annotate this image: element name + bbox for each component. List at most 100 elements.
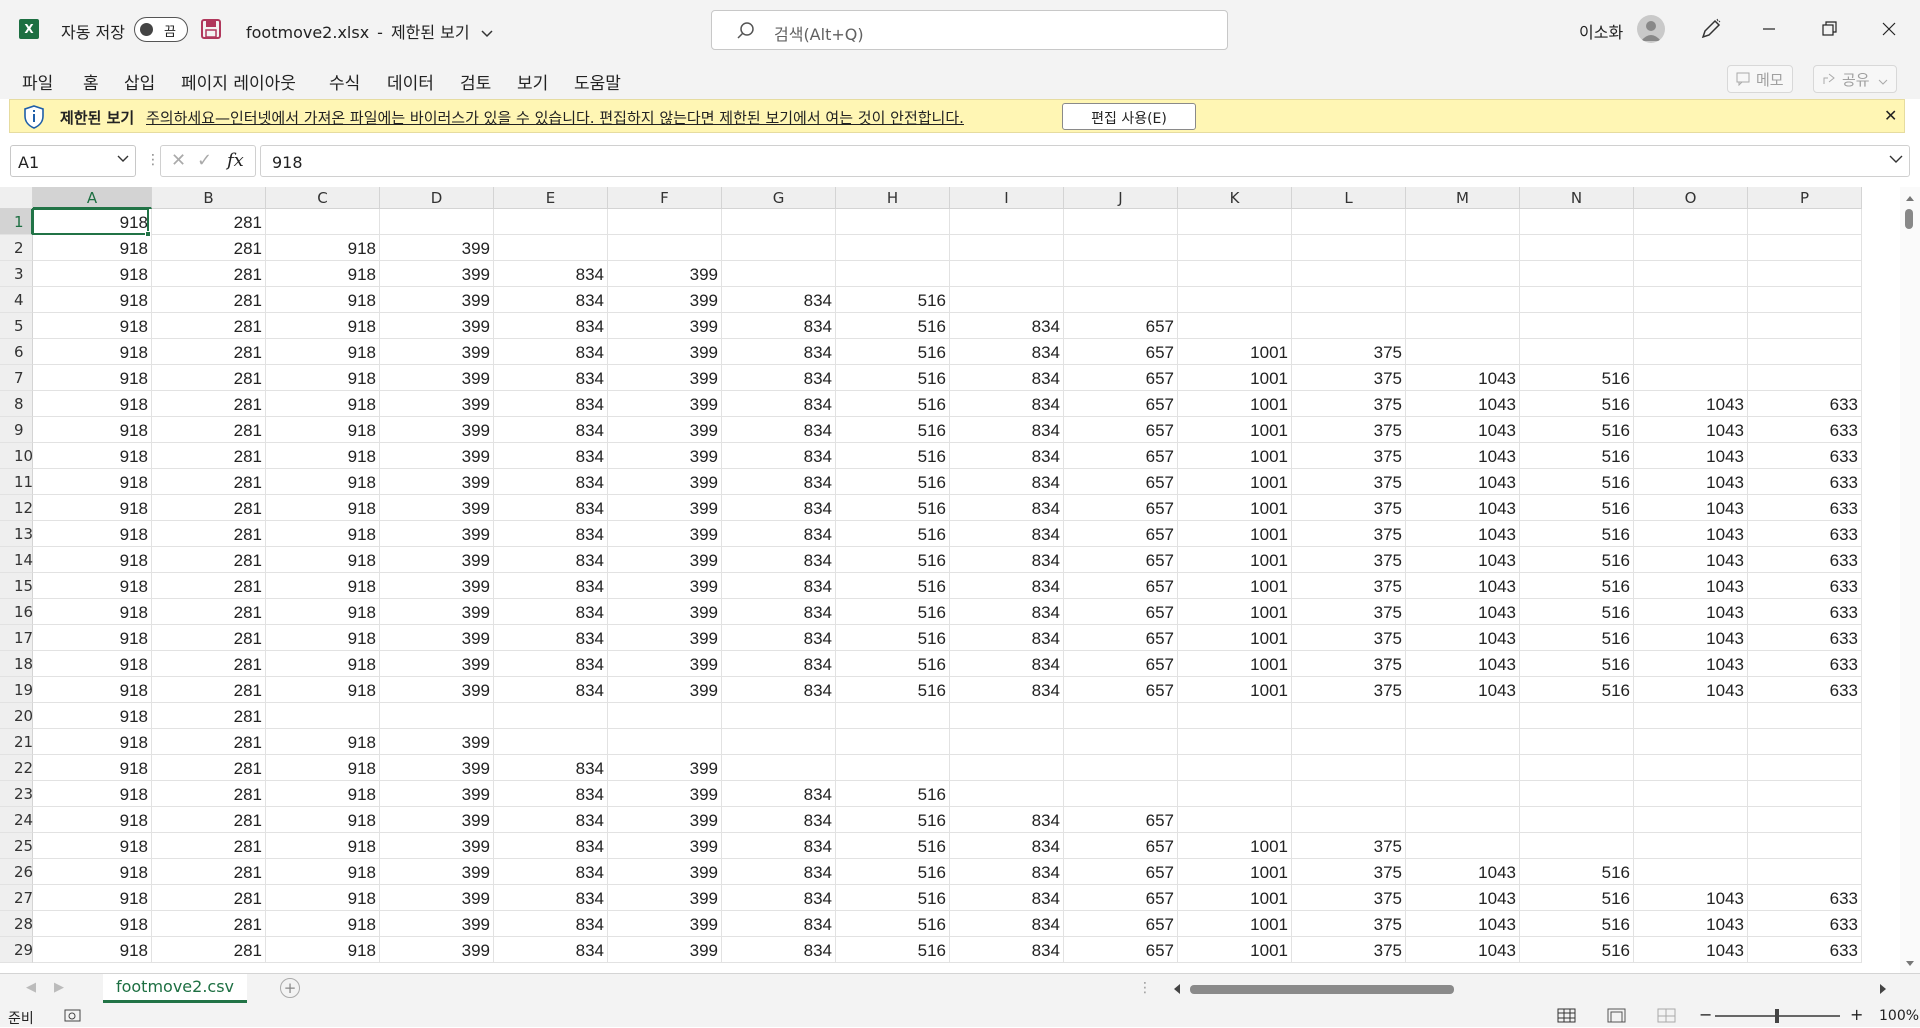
close-icon[interactable]: ✕	[1884, 106, 1897, 125]
cell-c28[interactable]: 918	[266, 911, 380, 937]
cell-p11[interactable]: 633	[1748, 469, 1862, 495]
cell-a27[interactable]: 918	[33, 885, 152, 911]
cell-a26[interactable]: 918	[33, 859, 152, 885]
cell-b26[interactable]: 281	[152, 859, 266, 885]
cell-j19[interactable]: 657	[1064, 677, 1178, 703]
row-header[interactable]: 16	[0, 599, 33, 625]
pen-icon[interactable]	[1699, 17, 1723, 41]
cell-e7[interactable]: 834	[494, 365, 608, 391]
cell-a2[interactable]: 918	[33, 235, 152, 261]
cell-d10[interactable]: 399	[380, 443, 494, 469]
cell-b28[interactable]: 281	[152, 911, 266, 937]
tab-page-layout[interactable]: 페이지 레이아웃	[181, 69, 296, 94]
cell-j29[interactable]: 657	[1064, 937, 1178, 963]
tab-help[interactable]: 도움말	[574, 69, 621, 94]
cell-h13[interactable]: 516	[836, 521, 950, 547]
cell-c8[interactable]: 918	[266, 391, 380, 417]
cell-f25[interactable]: 399	[608, 833, 722, 859]
cell-m4[interactable]	[1406, 287, 1520, 313]
cell-o28[interactable]: 1043	[1634, 911, 1748, 937]
cell-b4[interactable]: 281	[152, 287, 266, 313]
column-header-j[interactable]: J	[1064, 187, 1178, 209]
cell-c2[interactable]: 918	[266, 235, 380, 261]
cell-e19[interactable]: 834	[494, 677, 608, 703]
tab-view[interactable]: 보기	[517, 69, 548, 94]
cell-n20[interactable]	[1520, 703, 1634, 729]
enable-editing-button[interactable]: 편집 사용(E)	[1062, 103, 1196, 130]
cell-k2[interactable]	[1178, 235, 1292, 261]
cell-b25[interactable]: 281	[152, 833, 266, 859]
cell-h14[interactable]: 516	[836, 547, 950, 573]
cell-k15[interactable]: 1001	[1178, 573, 1292, 599]
page-layout-view-icon[interactable]	[1607, 1008, 1627, 1024]
cell-i21[interactable]	[950, 729, 1064, 755]
row-header[interactable]: 4	[0, 287, 33, 313]
cell-e5[interactable]: 834	[494, 313, 608, 339]
cell-h25[interactable]: 516	[836, 833, 950, 859]
zoom-in-icon[interactable]: +	[1850, 1005, 1863, 1024]
cell-p26[interactable]	[1748, 859, 1862, 885]
row-header[interactable]: 13	[0, 521, 33, 547]
cell-d2[interactable]: 399	[380, 235, 494, 261]
minimize-icon[interactable]	[1754, 14, 1784, 44]
cell-k17[interactable]: 1001	[1178, 625, 1292, 651]
cell-c3[interactable]: 918	[266, 261, 380, 287]
cell-o21[interactable]	[1634, 729, 1748, 755]
search-box[interactable]: 검색(Alt+Q)	[711, 10, 1228, 50]
cell-j14[interactable]: 657	[1064, 547, 1178, 573]
cell-c13[interactable]: 918	[266, 521, 380, 547]
cell-b1[interactable]: 281	[152, 209, 266, 235]
cell-p1[interactable]	[1748, 209, 1862, 235]
row-header[interactable]: 10	[0, 443, 33, 469]
cell-n21[interactable]	[1520, 729, 1634, 755]
cell-e20[interactable]	[494, 703, 608, 729]
cell-e21[interactable]	[494, 729, 608, 755]
cell-c15[interactable]: 918	[266, 573, 380, 599]
cell-e6[interactable]: 834	[494, 339, 608, 365]
cell-h18[interactable]: 516	[836, 651, 950, 677]
cell-g23[interactable]: 834	[722, 781, 836, 807]
cell-n19[interactable]: 516	[1520, 677, 1634, 703]
cell-e11[interactable]: 834	[494, 469, 608, 495]
cell-m24[interactable]	[1406, 807, 1520, 833]
cell-o17[interactable]: 1043	[1634, 625, 1748, 651]
cell-d24[interactable]: 399	[380, 807, 494, 833]
cell-m2[interactable]	[1406, 235, 1520, 261]
cell-m6[interactable]	[1406, 339, 1520, 365]
cell-l1[interactable]	[1292, 209, 1406, 235]
cell-m18[interactable]: 1043	[1406, 651, 1520, 677]
cell-g13[interactable]: 834	[722, 521, 836, 547]
cell-i29[interactable]: 834	[950, 937, 1064, 963]
cell-a3[interactable]: 918	[33, 261, 152, 287]
cell-m11[interactable]: 1043	[1406, 469, 1520, 495]
cell-i9[interactable]: 834	[950, 417, 1064, 443]
cell-j18[interactable]: 657	[1064, 651, 1178, 677]
cell-h27[interactable]: 516	[836, 885, 950, 911]
cell-d8[interactable]: 399	[380, 391, 494, 417]
cell-j21[interactable]	[1064, 729, 1178, 755]
cell-l20[interactable]	[1292, 703, 1406, 729]
cell-b24[interactable]: 281	[152, 807, 266, 833]
cell-k20[interactable]	[1178, 703, 1292, 729]
cell-l13[interactable]: 375	[1292, 521, 1406, 547]
cell-p5[interactable]	[1748, 313, 1862, 339]
cell-i10[interactable]: 834	[950, 443, 1064, 469]
cell-j16[interactable]: 657	[1064, 599, 1178, 625]
scroll-left-icon[interactable]	[1170, 980, 1184, 998]
cell-j20[interactable]	[1064, 703, 1178, 729]
cell-b15[interactable]: 281	[152, 573, 266, 599]
cell-h7[interactable]: 516	[836, 365, 950, 391]
cell-l29[interactable]: 375	[1292, 937, 1406, 963]
cell-b19[interactable]: 281	[152, 677, 266, 703]
cell-h1[interactable]	[836, 209, 950, 235]
row-header[interactable]: 21	[0, 729, 33, 755]
add-sheet-icon[interactable]: +	[280, 978, 300, 998]
cell-a25[interactable]: 918	[33, 833, 152, 859]
cell-i1[interactable]	[950, 209, 1064, 235]
cell-f17[interactable]: 399	[608, 625, 722, 651]
cell-k11[interactable]: 1001	[1178, 469, 1292, 495]
cell-g28[interactable]: 834	[722, 911, 836, 937]
cell-a18[interactable]: 918	[33, 651, 152, 677]
cell-p27[interactable]: 633	[1748, 885, 1862, 911]
cell-h12[interactable]: 516	[836, 495, 950, 521]
